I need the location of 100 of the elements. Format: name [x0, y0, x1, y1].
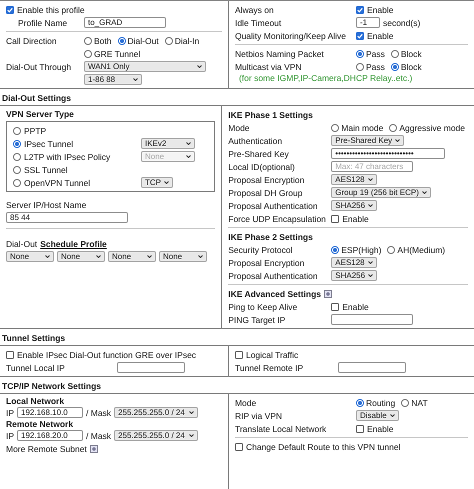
checkbox[interactable] — [234, 442, 243, 450]
caret-icon — [368, 204, 374, 207]
caret-icon — [45, 255, 50, 258]
field-label: RIP via VPN — [234, 410, 284, 420]
field-label: Local ID(optional) — [228, 162, 296, 172]
radio-button[interactable] — [387, 246, 396, 254]
radio-button[interactable] — [356, 398, 364, 406]
dropdown[interactable]: SHA256 — [331, 270, 378, 281]
group-title: Local Network — [6, 396, 66, 406]
dropdown[interactable]: WAN1 Only — [84, 61, 206, 72]
field-label: / Mask — [86, 408, 112, 418]
input-field[interactable]: 192.168.10.0 — [17, 407, 84, 418]
field-label: Tunnel Remote IP — [234, 362, 304, 372]
checkbox-label: Enable this profile — [17, 4, 85, 14]
field-label: More Remote Subnet — [6, 444, 87, 454]
group-title: VPN Server Type — [6, 108, 75, 120]
checkbox[interactable] — [356, 6, 364, 14]
input-field[interactable]: 85 44 — [6, 212, 128, 223]
radio-label: Pass — [366, 62, 385, 72]
field-label: / Mask — [86, 430, 112, 440]
radio-button[interactable] — [84, 50, 92, 58]
radio-button[interactable] — [331, 246, 340, 254]
input-field[interactable]: •••••••••••••••••••••••••••• — [331, 148, 446, 159]
hint-text: (for some IGMP,IP-Camera,DHCP Relay..etc.) — [238, 73, 414, 83]
checkbox[interactable] — [356, 424, 364, 432]
input-field[interactable] — [331, 314, 414, 325]
field-label: Idle Timeout — [234, 18, 282, 28]
radio-label: L2TP with IPsec Policy — [24, 152, 112, 162]
dropdown[interactable]: None — [108, 251, 156, 262]
radio-button[interactable] — [13, 140, 21, 148]
radio-label: Routing — [366, 398, 396, 408]
radio-button[interactable] — [401, 398, 410, 406]
checkbox-label: Enable — [366, 30, 394, 40]
schedule-profile-link[interactable]: Schedule Profile — [40, 238, 107, 248]
checkbox[interactable] — [234, 350, 243, 358]
dropdown[interactable]: AES128 — [331, 174, 377, 185]
radio-button[interactable] — [13, 152, 21, 160]
dropdown[interactable]: 255.255.255.0 / 24 — [114, 407, 198, 418]
dropdown[interactable]: 1-86 88 — [84, 74, 142, 85]
radio-button[interactable] — [13, 166, 21, 174]
checkbox-label: Enable — [366, 4, 394, 14]
radio-button[interactable] — [390, 62, 399, 70]
radio-button[interactable] — [118, 36, 126, 44]
group-title: IKE Phase 1 Settings — [228, 110, 313, 120]
radio-label: AH(Medium) — [397, 244, 446, 254]
radio-button[interactable] — [13, 126, 21, 134]
input-field[interactable]: to_GRAD — [84, 17, 166, 28]
radio-button[interactable] — [390, 50, 399, 58]
radio-label: Block — [400, 48, 422, 58]
checkbox-label: Enable — [342, 214, 369, 224]
checkbox[interactable] — [6, 6, 14, 14]
checkbox[interactable] — [331, 214, 340, 222]
input-field[interactable]: 192.168.20.0 — [17, 430, 84, 441]
dropdown[interactable]: Disable — [356, 410, 399, 421]
checkbox-label: Enable IPsec Dial-Out function GRE over IPsec — [17, 350, 196, 360]
field-label: Proposal Authentication — [228, 200, 319, 210]
radio-label: ESP(High) — [341, 244, 382, 254]
radio-button[interactable] — [331, 124, 340, 132]
dropdown[interactable]: None — [6, 251, 54, 262]
radio-label: Pass — [366, 48, 385, 58]
checkbox[interactable] — [356, 32, 364, 40]
section-title: Dial-Out Settings — [1, 92, 72, 105]
dropdown[interactable]: None — [159, 251, 207, 262]
radio-label: Aggressive mode — [399, 122, 465, 132]
field-label: Ping to Keep Alive — [228, 302, 298, 312]
field-label: Dial-Out — [6, 238, 38, 248]
radio-button[interactable] — [13, 178, 21, 186]
radio-button[interactable] — [84, 36, 92, 44]
radio-button[interactable] — [356, 62, 364, 70]
group-title: IKE Advanced Settings — [228, 288, 321, 298]
radio-button[interactable] — [164, 36, 173, 44]
input-field[interactable]: -1 — [356, 17, 380, 28]
caret-icon — [164, 181, 169, 184]
field-label: Server IP/Host Name — [6, 200, 86, 210]
field-label: Mode — [228, 122, 251, 132]
checkbox[interactable] — [6, 350, 14, 358]
input-field[interactable] — [117, 362, 185, 373]
dropdown[interactable]: IKEv2 — [141, 138, 195, 149]
section-title: Tunnel Settings — [1, 332, 66, 345]
dropdown[interactable]: Pre-Shared Key — [331, 135, 404, 146]
dropdown[interactable]: None — [57, 251, 105, 262]
input-field[interactable] — [338, 362, 406, 373]
group-title: IKE Phase 2 Settings — [228, 232, 313, 242]
expand-icon[interactable] — [90, 444, 98, 452]
field-label: Force UDP Encapsulation — [228, 214, 327, 224]
dropdown[interactable]: AES128 — [331, 257, 377, 268]
radio-label: GRE Tunnel — [94, 48, 140, 58]
field-label: Pre-Shared Key — [228, 148, 290, 158]
caret-icon — [189, 411, 194, 414]
caret-icon — [198, 255, 203, 258]
dropdown[interactable]: SHA256 — [331, 200, 378, 211]
expand-icon[interactable] — [324, 290, 332, 298]
field-label: IP — [6, 430, 14, 440]
dropdown[interactable]: 255.255.255.0 / 24 — [114, 430, 198, 441]
caret-icon — [197, 65, 202, 68]
dropdown[interactable]: Group 19 (256 bit ECP) — [331, 187, 431, 198]
radio-button[interactable] — [356, 50, 364, 58]
radio-button[interactable] — [389, 124, 398, 132]
dropdown[interactable]: TCP — [141, 177, 173, 188]
checkbox[interactable] — [331, 302, 340, 310]
